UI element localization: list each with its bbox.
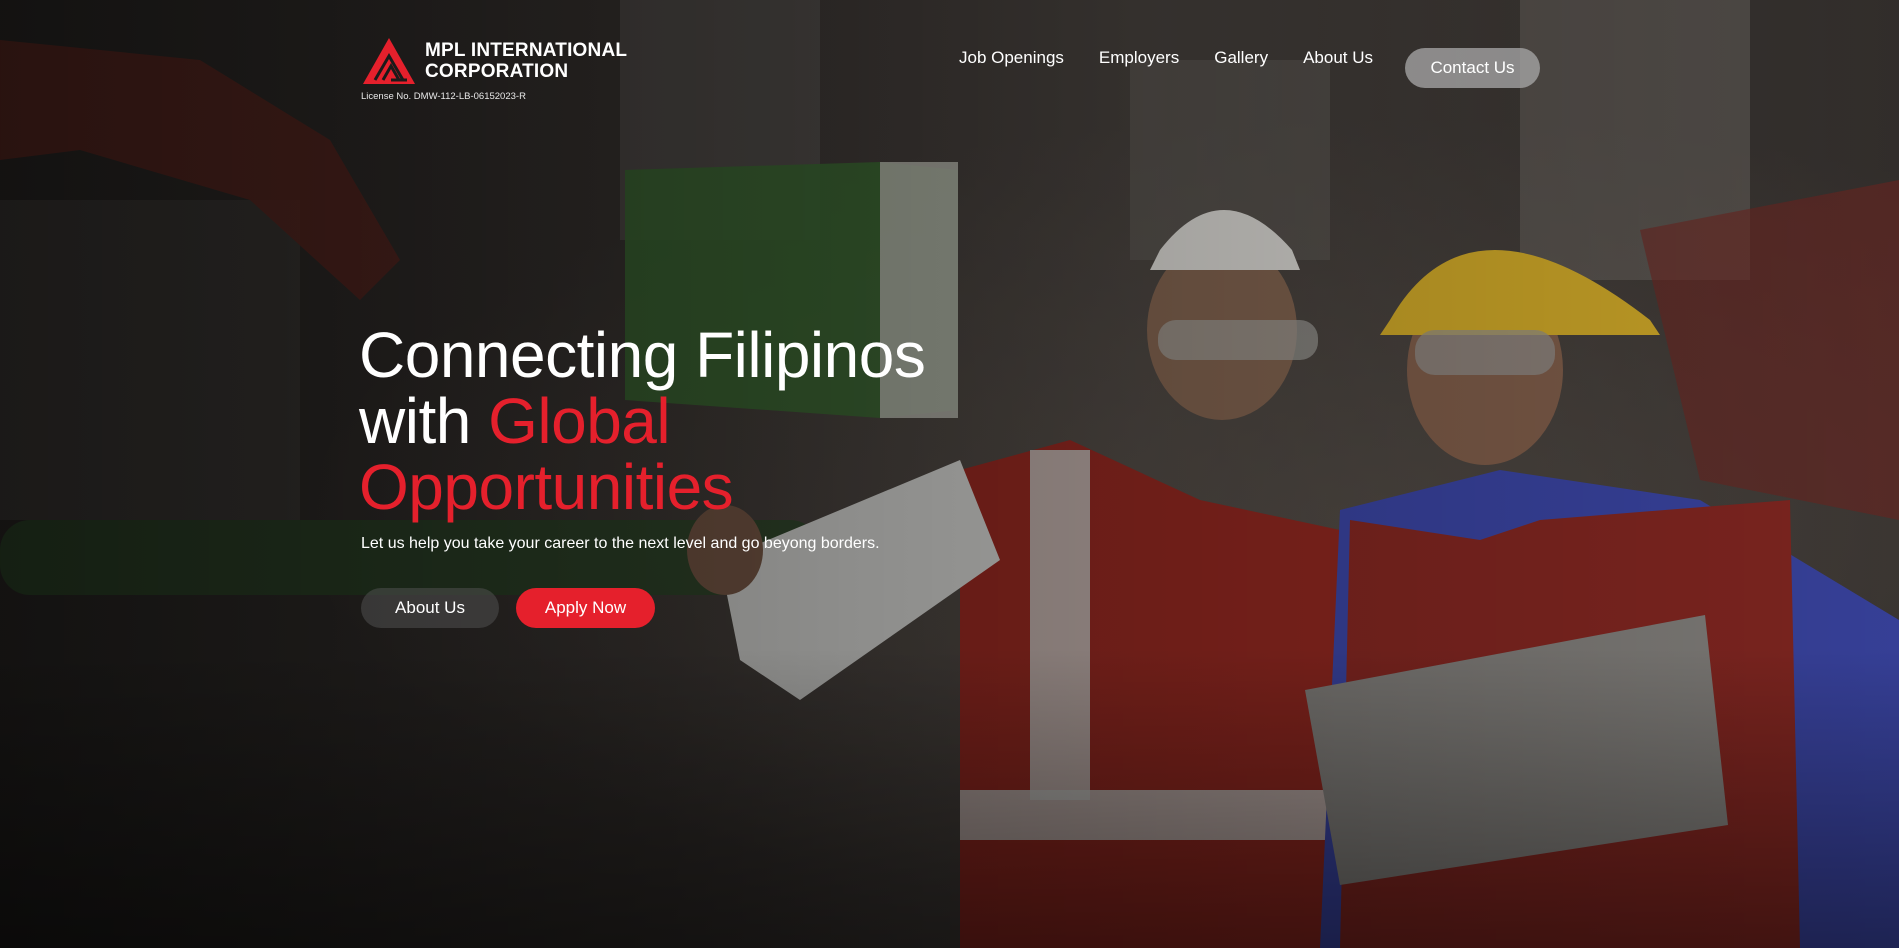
license-number: License No. DMW-112-LB-06152023-R: [361, 91, 526, 102]
headline-with: with: [359, 385, 489, 457]
headline-accent-opportunities: Opportunities: [359, 451, 734, 523]
brand-name: MPL INTERNATIONAL CORPORATION: [425, 40, 627, 82]
brand-name-line1: MPL INTERNATIONAL: [425, 40, 628, 61]
mpl-triangle-logo-icon: [363, 38, 415, 84]
hero-headline: Connecting Filipinos with Global Opportu…: [359, 319, 926, 523]
main-nav: Job Openings Employers Gallery About Us: [959, 48, 1408, 68]
hero-subtext: Let us help you take your career to the …: [361, 535, 880, 552]
bottom-gradient: [0, 648, 1899, 948]
nav-employers[interactable]: Employers: [1099, 48, 1179, 68]
brand-name-line2: CORPORATION: [425, 61, 569, 82]
nav-about-us[interactable]: About Us: [1303, 48, 1373, 68]
brand-logo[interactable]: MPL INTERNATIONAL CORPORATION License No…: [361, 36, 627, 102]
nav-gallery[interactable]: Gallery: [1214, 48, 1268, 68]
headline-line1: Connecting Filipinos: [359, 319, 926, 391]
nav-job-openings[interactable]: Job Openings: [959, 48, 1064, 68]
hero-section: MPL INTERNATIONAL CORPORATION License No…: [0, 0, 1899, 948]
contact-us-button[interactable]: Contact Us: [1405, 48, 1540, 88]
headline-accent-global: Global: [488, 385, 671, 457]
about-us-button[interactable]: About Us: [361, 588, 499, 628]
apply-now-button[interactable]: Apply Now: [516, 588, 655, 628]
logo-row: MPL INTERNATIONAL CORPORATION: [361, 36, 627, 86]
